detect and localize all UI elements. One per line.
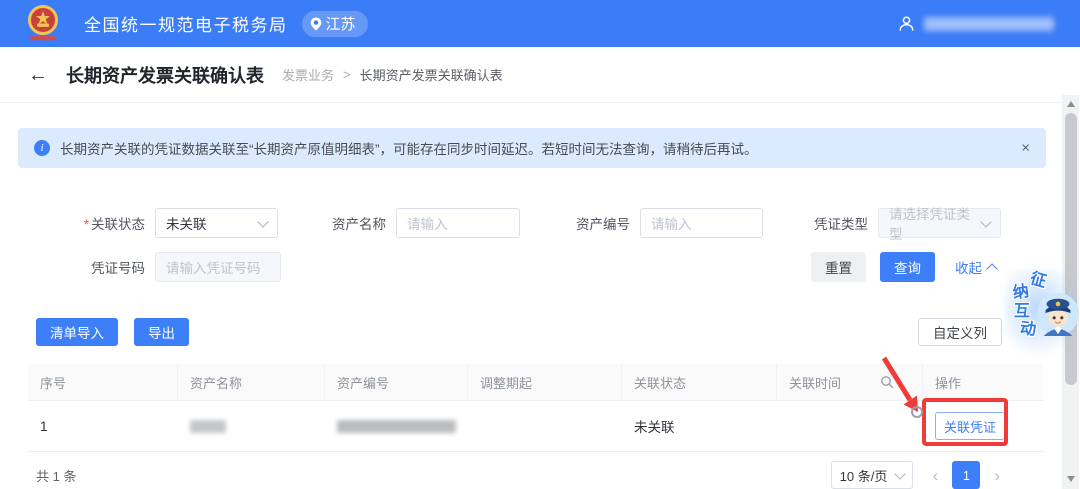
- cell-action: 关联凭证: [923, 412, 1043, 440]
- filter-row-2: 凭证号码 请输入凭证号码 重置 查询 收起: [18, 252, 1046, 282]
- info-banner-text: 长期资产关联的凭证数据关联至“长期资产原值明细表”，可能存在同步时间延迟。若短时…: [60, 138, 758, 158]
- breadcrumb-item-invoice-business[interactable]: 发票业务: [282, 65, 334, 84]
- table-section: 清单导入 导出 自定义列 序号 资产名称 资产编号 调整期起 关联状态 关联时间: [28, 318, 1043, 489]
- asset-code-redacted: [337, 420, 456, 433]
- chevron-up-icon: [986, 263, 997, 274]
- search-button[interactable]: 查询: [880, 252, 935, 282]
- collapse-link[interactable]: 收起: [955, 257, 996, 277]
- collapse-label: 收起: [955, 257, 982, 277]
- back-button[interactable]: ←: [28, 65, 48, 85]
- breadcrumb-separator: >: [343, 67, 351, 82]
- close-banner-button[interactable]: ×: [1021, 140, 1030, 157]
- asset-code-placeholder: 请输入: [651, 213, 692, 233]
- mascot-char: 纳: [1012, 284, 1030, 302]
- table-header-row: 序号 资产名称 资产编号 调整期起 关联状态 关联时间 操作: [28, 364, 1043, 401]
- cell-status: 未关联: [622, 416, 777, 436]
- col-header-link-time: 关联时间: [777, 364, 923, 400]
- page-size-select[interactable]: 10 条/页: [831, 461, 913, 489]
- asset-name-label: 资产名称: [278, 213, 396, 233]
- chevron-down-icon: [894, 468, 905, 479]
- location-pin-icon: [310, 17, 322, 31]
- prev-page-button[interactable]: ‹: [933, 467, 939, 484]
- next-page-button[interactable]: ›: [994, 467, 1000, 484]
- voucher-number-input[interactable]: 请输入凭证号码: [155, 252, 281, 282]
- toolbar: 清单导入 导出 自定义列: [28, 318, 1043, 346]
- export-button[interactable]: 导出: [134, 318, 189, 346]
- page-header: ← 长期资产发票关联确认表 发票业务 > 长期资产发票关联确认表: [0, 47, 1080, 103]
- asset-name-placeholder: 请输入: [407, 213, 448, 233]
- voucher-number-placeholder: 请输入凭证号码: [166, 257, 261, 277]
- table-row: 1 未关联 关联凭证: [28, 401, 1043, 452]
- breadcrumb-item-current: 长期资产发票关联确认表: [360, 65, 503, 84]
- main-content: i 长期资产关联的凭证数据关联至“长期资产原值明细表”，可能存在同步时间延迟。若…: [18, 103, 1046, 489]
- info-banner: i 长期资产关联的凭证数据关联至“长期资产原值明细表”，可能存在同步时间延迟。若…: [18, 128, 1046, 168]
- national-emblem-logo-icon: [26, 5, 60, 43]
- app-title: 全国统一规范电子税务局: [84, 11, 288, 36]
- total-count: 共 1 条: [28, 466, 76, 485]
- brand: 全国统一规范电子税务局 江苏: [26, 5, 368, 43]
- page-size-value: 10 条/页: [840, 466, 888, 485]
- link-time-label: 关联时间: [789, 373, 841, 392]
- asset-code-input[interactable]: 请输入: [640, 208, 763, 238]
- region-badge[interactable]: 江苏: [302, 11, 368, 37]
- interaction-mascot-widget[interactable]: 征 纳 互 动: [1004, 269, 1080, 357]
- asset-name-input[interactable]: 请输入: [396, 208, 520, 238]
- user-icon: [898, 15, 915, 32]
- col-header-asset-code: 资产编号: [325, 364, 468, 400]
- customize-columns-button[interactable]: 自定义列: [918, 318, 1002, 346]
- mascot-char: 动: [1019, 321, 1037, 339]
- region-label: 江苏: [326, 13, 356, 34]
- cell-seq: 1: [28, 419, 178, 434]
- top-header: 全国统一规范电子税务局 江苏: [0, 0, 1080, 47]
- filter-row-1: *关联状态 未关联 资产名称 请输入 资产编号 请输入 凭证类型 请选择凭证类型: [18, 208, 1046, 238]
- page-title: 长期资产发票关联确认表: [66, 62, 264, 88]
- table-footer: 共 1 条 10 条/页 ‹ 1 ›: [28, 460, 1043, 489]
- cell-asset-name: [178, 420, 325, 433]
- link-voucher-button[interactable]: 关联凭证: [935, 412, 1005, 440]
- asset-name-redacted: [190, 420, 226, 433]
- col-header-status: 关联状态: [622, 364, 777, 400]
- scroll-down-icon[interactable]: [1067, 476, 1075, 482]
- chevron-down-icon: [257, 216, 268, 227]
- filter-actions: 重置 查询 收起: [811, 252, 996, 282]
- chevron-down-icon: [980, 216, 991, 227]
- voucher-type-select[interactable]: 请选择凭证类型: [878, 208, 1001, 238]
- search-icon[interactable]: [880, 375, 894, 389]
- breadcrumb: 发票业务 > 长期资产发票关联确认表: [282, 65, 503, 84]
- asset-code-label: 资产编号: [520, 213, 640, 233]
- required-mark: *: [84, 217, 89, 232]
- cell-asset-code: [325, 420, 468, 433]
- link-status-label: *关联状态: [18, 213, 155, 233]
- voucher-type-label: 凭证类型: [763, 213, 878, 233]
- results-table: 序号 资产名称 资产编号 调整期起 关联状态 关联时间 操作 1: [28, 364, 1043, 452]
- link-status-select[interactable]: 未关联: [155, 208, 278, 238]
- voucher-type-placeholder: 请选择凭证类型: [889, 203, 982, 243]
- col-header-seq: 序号: [28, 364, 178, 400]
- col-header-adjust-start: 调整期起: [468, 364, 622, 400]
- import-list-button[interactable]: 清单导入: [36, 318, 118, 346]
- user-account[interactable]: [898, 15, 1054, 32]
- link-status-value: 未关联: [166, 213, 207, 233]
- voucher-number-label: 凭证号码: [18, 257, 155, 277]
- info-icon: i: [34, 140, 50, 156]
- col-header-asset-name: 资产名称: [178, 364, 325, 400]
- mascot-char: 互: [1014, 304, 1030, 320]
- reset-button[interactable]: 重置: [811, 252, 866, 282]
- current-page-button[interactable]: 1: [952, 461, 980, 489]
- scroll-up-icon[interactable]: [1067, 101, 1075, 107]
- pagination: 10 条/页 ‹ 1 ›: [831, 461, 1000, 489]
- user-name-redacted: [924, 17, 1054, 31]
- col-header-action: 操作: [923, 364, 1043, 400]
- app-window: 全国统一规范电子税务局 江苏 ← 长期资产发票关联确认表 发票业务 > 长期资产…: [0, 0, 1080, 489]
- mascot-avatar-icon: [1036, 292, 1080, 336]
